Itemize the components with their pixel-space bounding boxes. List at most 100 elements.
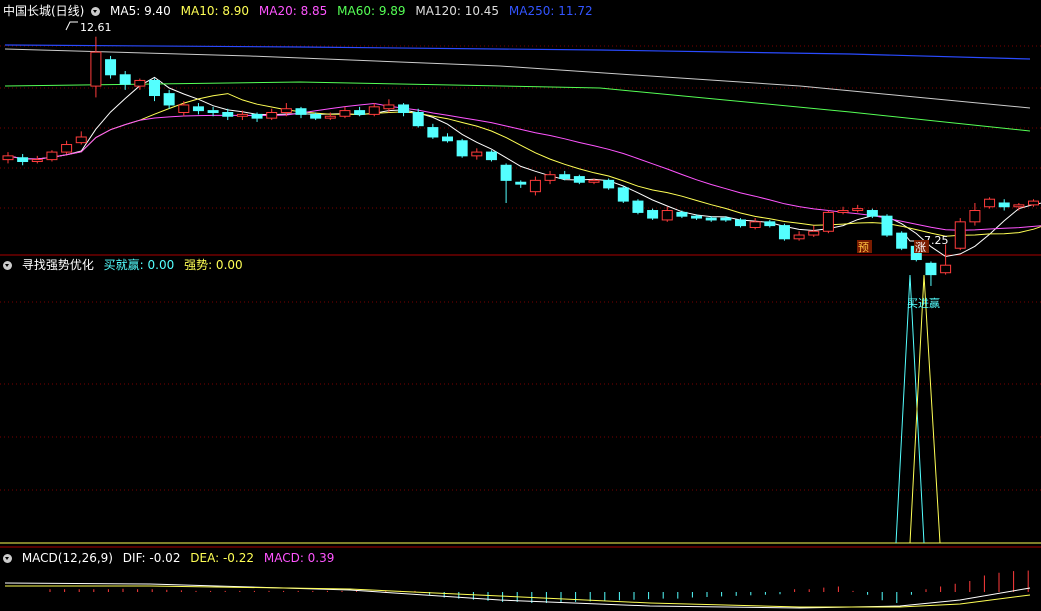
ma250-line [4, 44, 1031, 60]
high-price-label: 12.61 [80, 21, 112, 34]
candle-body [280, 108, 292, 113]
macd-plot [4, 570, 1031, 609]
strong-label: 强势: 0.00 [184, 258, 243, 272]
candle-body [603, 179, 615, 189]
candle-body [647, 210, 659, 219]
dif-label: DIF: -0.02 [122, 551, 181, 565]
candle-body [485, 151, 497, 161]
candle-body [852, 208, 864, 212]
macd-panel-header: MACD(12,26,9) DIF: -0.02 DEA: -0.22 MACD… [3, 549, 340, 567]
candle-body [207, 110, 219, 113]
candle-body [735, 219, 746, 227]
ma5-label: MA5: 9.40 [110, 4, 171, 18]
candle-body [90, 51, 102, 87]
candle-body [471, 151, 483, 157]
candle-body [178, 104, 190, 113]
candle-body [1028, 200, 1039, 206]
candle-body [954, 221, 966, 249]
candle-body [998, 202, 1010, 208]
candle-body [529, 179, 541, 193]
candle-body [573, 176, 585, 183]
candle-body [896, 232, 908, 249]
grid-lines [0, 45, 1041, 548]
candle-body [442, 136, 453, 142]
buy-signal-line [895, 274, 925, 544]
candle-body [75, 136, 87, 144]
candle-body [881, 215, 893, 236]
candle-body [837, 210, 849, 213]
candle-body [500, 164, 512, 181]
candle-body [984, 198, 996, 208]
ma250-label: MA250: 11.72 [508, 4, 593, 18]
strong-signal-line [909, 274, 941, 544]
indicator-title[interactable]: 寻找强势优化 [22, 258, 94, 272]
candle-body [749, 221, 761, 228]
stock-title[interactable]: 中国长城(日线) [3, 4, 84, 18]
candle-body [705, 217, 717, 221]
candle-body [46, 151, 58, 161]
ma10-label: MA10: 8.90 [180, 4, 250, 18]
high-leader-line [65, 21, 78, 31]
candle-body [251, 113, 263, 119]
candle-body [822, 211, 834, 232]
candle-body [559, 174, 571, 179]
candle-body [456, 140, 468, 157]
candle-body [310, 113, 322, 119]
ma120-line [4, 48, 1031, 109]
chart-canvas[interactable]: 12.61 7.25 预 涨 买进赢 [0, 0, 1041, 611]
candle-body [1013, 204, 1025, 208]
ma20-line [7, 102, 1041, 231]
candle-body [617, 187, 629, 202]
candle-body [266, 111, 278, 119]
dea-line [5, 585, 1031, 608]
candle-body [427, 127, 439, 138]
panel-menu-icon[interactable] [91, 7, 101, 16]
candle-body [778, 225, 790, 240]
candle-body [940, 264, 952, 274]
ma60-label: MA60: 9.89 [337, 4, 406, 18]
candle-body [222, 111, 234, 117]
candle-body [632, 200, 644, 213]
candle-body [192, 106, 204, 112]
indicator-lines [895, 274, 941, 544]
candle-body [544, 174, 556, 181]
candle-body [17, 157, 29, 163]
marker-text-2: 涨 [915, 241, 926, 254]
candle-body [149, 79, 160, 97]
buy-signal-text: 买进赢 [907, 296, 940, 310]
ma20-label: MA20: 8.85 [258, 4, 328, 18]
candle-body [2, 155, 14, 161]
ma120-label: MA120: 10.45 [415, 4, 500, 18]
candle-body [515, 181, 527, 185]
ma10-line [7, 93, 1041, 237]
candle-body [676, 211, 688, 217]
candle-body [368, 106, 380, 115]
candle-body [398, 104, 410, 113]
candle-body [412, 111, 424, 127]
candle-body [295, 108, 307, 115]
candle-body [866, 210, 878, 217]
indicator-panel-header: 寻找强势优化 买就赢: 0.00 强势: 0.00 [3, 256, 249, 274]
macd-menu-icon[interactable] [3, 554, 12, 563]
candle-body [324, 115, 336, 119]
candle-body [339, 110, 351, 117]
candle-body [383, 104, 395, 110]
candle-body [354, 110, 366, 115]
candle-body [134, 79, 146, 87]
candle-body [588, 179, 600, 183]
candle-body [31, 159, 43, 163]
candle-body [661, 210, 673, 221]
candle-body [793, 234, 805, 240]
candle-body [119, 74, 131, 85]
dea-label: DEA: -0.22 [190, 551, 255, 565]
macd-title[interactable]: MACD(12,26,9) [22, 551, 113, 565]
candle-body [969, 210, 981, 223]
candle-body [105, 59, 117, 76]
candle-body [61, 144, 73, 153]
candlesticks[interactable] [2, 36, 1041, 286]
candle-body [163, 93, 175, 106]
buy-label: 买就赢: 0.00 [103, 258, 175, 272]
candle-body [720, 217, 732, 221]
marker-text-1: 预 [858, 241, 869, 254]
indicator-menu-icon[interactable] [3, 261, 12, 270]
